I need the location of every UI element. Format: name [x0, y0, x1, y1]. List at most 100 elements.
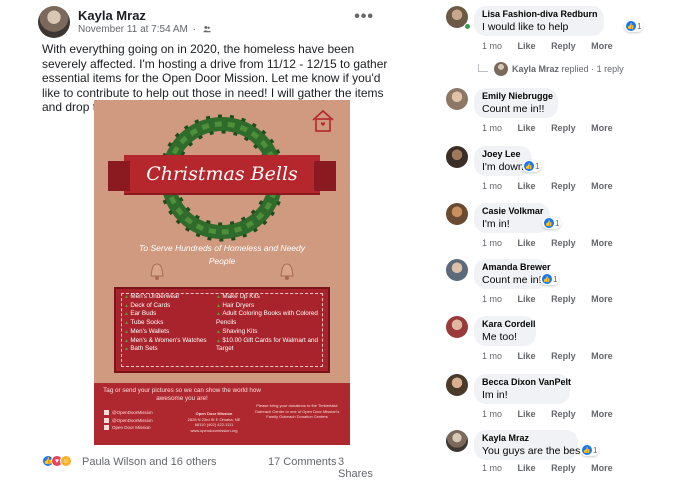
comment-text: I'm down: [482, 161, 524, 173]
avatar[interactable]: [446, 430, 468, 452]
like-link[interactable]: Like: [518, 238, 536, 248]
reply-summary[interactable]: Kayla Mraz replied · 1 reply: [512, 64, 624, 74]
comment-time[interactable]: 1 mo: [482, 41, 502, 51]
comment-reactions[interactable]: 👍 1: [624, 20, 644, 32]
comment-time[interactable]: 1 mo: [482, 294, 502, 304]
comment-actions: 1 mo Like Reply More: [482, 123, 626, 133]
comment-author[interactable]: Amanda Brewer: [482, 262, 551, 272]
comment-time[interactable]: 1 mo: [482, 181, 502, 191]
social-handle: Open Door Mission: [112, 425, 151, 430]
shares-count[interactable]: 3 Shares: [338, 456, 382, 480]
more-link[interactable]: More: [591, 238, 613, 248]
reply-link[interactable]: Reply: [551, 409, 576, 419]
comment-reactions[interactable]: 👍 1: [540, 273, 560, 285]
flyer-image[interactable]: Christmas Bells To Serve Hundreds of Hom…: [94, 100, 350, 445]
reaction-icons[interactable]: 👍 ♥ ☺: [42, 455, 72, 467]
reaction-names[interactable]: Paula Wilson and 16 others: [82, 456, 217, 468]
reply-link[interactable]: Reply: [551, 123, 576, 133]
comment-bubble: Becca Dixon VanPelt Im in!: [474, 374, 571, 404]
post: Kayla Mraz November 11 at 7:54 AM · ••• …: [0, 0, 400, 482]
comment-actions: 1 mo Like Reply More: [482, 294, 626, 304]
more-link[interactable]: More: [591, 181, 613, 191]
avatar[interactable]: [446, 146, 468, 168]
more-link[interactable]: More: [591, 123, 613, 133]
flyer-item: Hair Dryers: [216, 302, 324, 311]
social-row: @OpenDoorMission: [104, 409, 153, 417]
comment-author[interactable]: Emily Niebrugge: [482, 91, 553, 101]
comment-author[interactable]: Kara Cordell: [482, 319, 536, 329]
social-handle: @OpenDoorMission: [112, 417, 153, 423]
like-link[interactable]: Like: [518, 351, 536, 361]
comment-reactions[interactable]: 👍 1: [522, 160, 542, 172]
post-timestamp[interactable]: November 11 at 7:54 AM: [78, 24, 188, 35]
flyer-item: Men's & Women's Watches: [124, 337, 219, 346]
bell-icon: [150, 263, 164, 280]
reply-link[interactable]: Reply: [551, 181, 576, 191]
comment-time[interactable]: 1 mo: [482, 238, 502, 248]
comment-bubble: Kayla Mraz You guys are the best!! 👍 1: [474, 430, 600, 460]
comment-actions: 1 mo Like Reply More: [482, 238, 626, 248]
friends-icon[interactable]: [203, 25, 211, 33]
flyer-item: Ear Buds: [124, 310, 219, 319]
comment-author[interactable]: Casie Volkmar: [482, 206, 543, 216]
comment-author[interactable]: Joey Lee: [482, 149, 524, 159]
more-link[interactable]: More: [591, 463, 613, 473]
facebook-icon: [104, 410, 109, 416]
author-name[interactable]: Kayla Mraz: [78, 8, 146, 23]
avatar[interactable]: [446, 88, 468, 110]
like-link[interactable]: Like: [518, 463, 536, 473]
reactions-bar: 👍 ♥ ☺ Paula Wilson and 16 others 17 Comm…: [42, 455, 382, 480]
social-row: Open Door Mission: [104, 424, 153, 432]
like-link[interactable]: Like: [518, 181, 536, 191]
view-replies[interactable]: Kayla Mraz replied · 1 reply: [478, 62, 698, 76]
flyer-item: Tube Socks: [124, 319, 219, 328]
comment-actions: 1 mo Like Reply More: [482, 351, 626, 361]
like-link[interactable]: Like: [518, 409, 536, 419]
reply-arrow-icon: [478, 64, 488, 72]
comment-bubble: Lisa Fashion-diva Redburn I would like t…: [474, 6, 644, 36]
reply-link[interactable]: Reply: [551, 351, 576, 361]
reply-link[interactable]: Reply: [551, 463, 576, 473]
social-row: @OpenDoorMission: [104, 417, 153, 425]
comment-author[interactable]: Becca Dixon VanPelt: [482, 377, 571, 387]
comment-reactions[interactable]: 👍 1: [580, 444, 600, 456]
comment-author[interactable]: Kayla Mraz: [482, 433, 570, 443]
comment-text: I'm in!: [482, 218, 510, 230]
like-link[interactable]: Like: [518, 41, 536, 51]
meta-separator: ·: [192, 24, 196, 35]
comment-time[interactable]: 1 mo: [482, 463, 502, 473]
more-link[interactable]: More: [591, 409, 613, 419]
avatar[interactable]: [446, 203, 468, 225]
like-link[interactable]: Like: [518, 123, 536, 133]
avatar[interactable]: [446, 374, 468, 396]
post-header: Kayla Mraz November 11 at 7:54 AM · •••: [38, 6, 388, 38]
comment-time[interactable]: 1 mo: [482, 123, 502, 133]
avatar[interactable]: [446, 259, 468, 281]
avatar[interactable]: [446, 316, 468, 338]
items-column-right: Make Up Kits Hair Dryers Adult Coloring …: [216, 293, 324, 354]
like-icon: 👍: [524, 161, 534, 171]
items-list-box: Men's Underwear Deck of Cards Ear Buds T…: [114, 287, 330, 373]
comment-time[interactable]: 1 mo: [482, 409, 502, 419]
reply-count: 1 reply: [596, 64, 624, 74]
more-link[interactable]: More: [591, 41, 613, 51]
reply-link[interactable]: Reply: [551, 294, 576, 304]
author-avatar[interactable]: [38, 6, 70, 38]
like-link[interactable]: Like: [518, 294, 536, 304]
haha-reaction-icon: ☺: [60, 455, 72, 467]
more-options-icon[interactable]: •••: [354, 8, 374, 26]
comments-count[interactable]: 17 Comments: [268, 456, 336, 468]
comment-reactions[interactable]: 👍 1: [542, 217, 562, 229]
comment-author[interactable]: Lisa Fashion-diva Redburn: [482, 9, 598, 19]
reply-link[interactable]: Reply: [551, 238, 576, 248]
reply-separator: ·: [591, 64, 595, 74]
flyer-tagline: Tag or send your pictures so we can show…: [103, 387, 261, 402]
reaction-count: 1: [555, 218, 560, 228]
comment-bubble: Emily Niebrugge Count me in!!: [474, 88, 558, 118]
more-link[interactable]: More: [591, 351, 613, 361]
like-icon: 👍: [542, 274, 552, 284]
more-link[interactable]: More: [591, 294, 613, 304]
reply-link[interactable]: Reply: [551, 41, 576, 51]
comment-time[interactable]: 1 mo: [482, 351, 502, 361]
instagram-icon: [104, 425, 109, 431]
